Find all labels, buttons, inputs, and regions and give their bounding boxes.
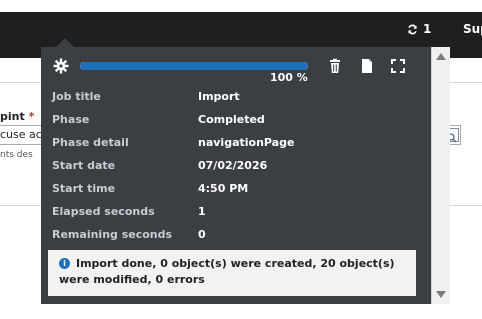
field-label: pint * xyxy=(0,110,34,123)
expand-icon[interactable] xyxy=(390,58,406,74)
status-message: i Import done, 0 object(s) were created,… xyxy=(48,250,416,296)
row-key: Phase detail xyxy=(52,136,129,149)
document-icon[interactable] xyxy=(359,58,375,74)
sync-icon xyxy=(408,24,417,34)
row-key: Job title xyxy=(52,90,101,103)
trash-icon[interactable] xyxy=(327,58,343,74)
row-job-title: Job title Import xyxy=(52,90,372,106)
row-key: Start date xyxy=(52,159,116,172)
progress-fill xyxy=(80,62,308,70)
required-mark: * xyxy=(28,110,35,123)
row-start-time: Start time 4:50 PM xyxy=(52,182,372,198)
row-key: Start time xyxy=(52,182,116,195)
sync-jobs-button[interactable]: 1 xyxy=(406,22,431,36)
row-value: Completed xyxy=(198,113,265,126)
row-value: Import xyxy=(198,90,240,103)
scroll-down-arrow-icon[interactable] xyxy=(436,291,446,298)
background-input-value: cuse ac xyxy=(0,128,42,141)
top-strip xyxy=(0,0,482,12)
sync-count: 1 xyxy=(423,22,432,36)
row-key: Phase xyxy=(52,113,90,126)
row-value: 0 xyxy=(198,228,206,241)
row-elapsed-seconds: Elapsed seconds 1 xyxy=(52,205,372,221)
gear-icon[interactable] xyxy=(53,58,69,74)
row-value: 4:50 PM xyxy=(198,182,249,195)
scroll-up-arrow-icon[interactable] xyxy=(436,53,446,60)
row-value: 07/02/2026 xyxy=(198,159,268,172)
popover-arrow xyxy=(56,38,74,47)
row-key: Elapsed seconds xyxy=(52,205,155,218)
row-remaining-seconds: Remaining seconds 0 xyxy=(52,228,372,244)
progress-bar xyxy=(80,62,308,70)
row-value: 1 xyxy=(198,205,206,218)
status-message-text: Import done, 0 object(s) were created, 2… xyxy=(59,257,395,286)
progress-label: 100 % xyxy=(270,71,308,84)
row-key: Remaining seconds xyxy=(52,228,173,241)
row-value: navigationPage xyxy=(198,136,295,149)
support-menu[interactable]: Sup xyxy=(463,22,482,36)
background-help-text: nts des xyxy=(0,150,33,160)
row-start-date: Start date 07/02/2026 xyxy=(52,159,372,175)
row-phase-detail: Phase detail navigationPage xyxy=(52,136,372,152)
row-phase: Phase Completed xyxy=(52,113,372,129)
scrollbar[interactable] xyxy=(431,47,450,304)
field-label-text: pint xyxy=(0,110,25,123)
